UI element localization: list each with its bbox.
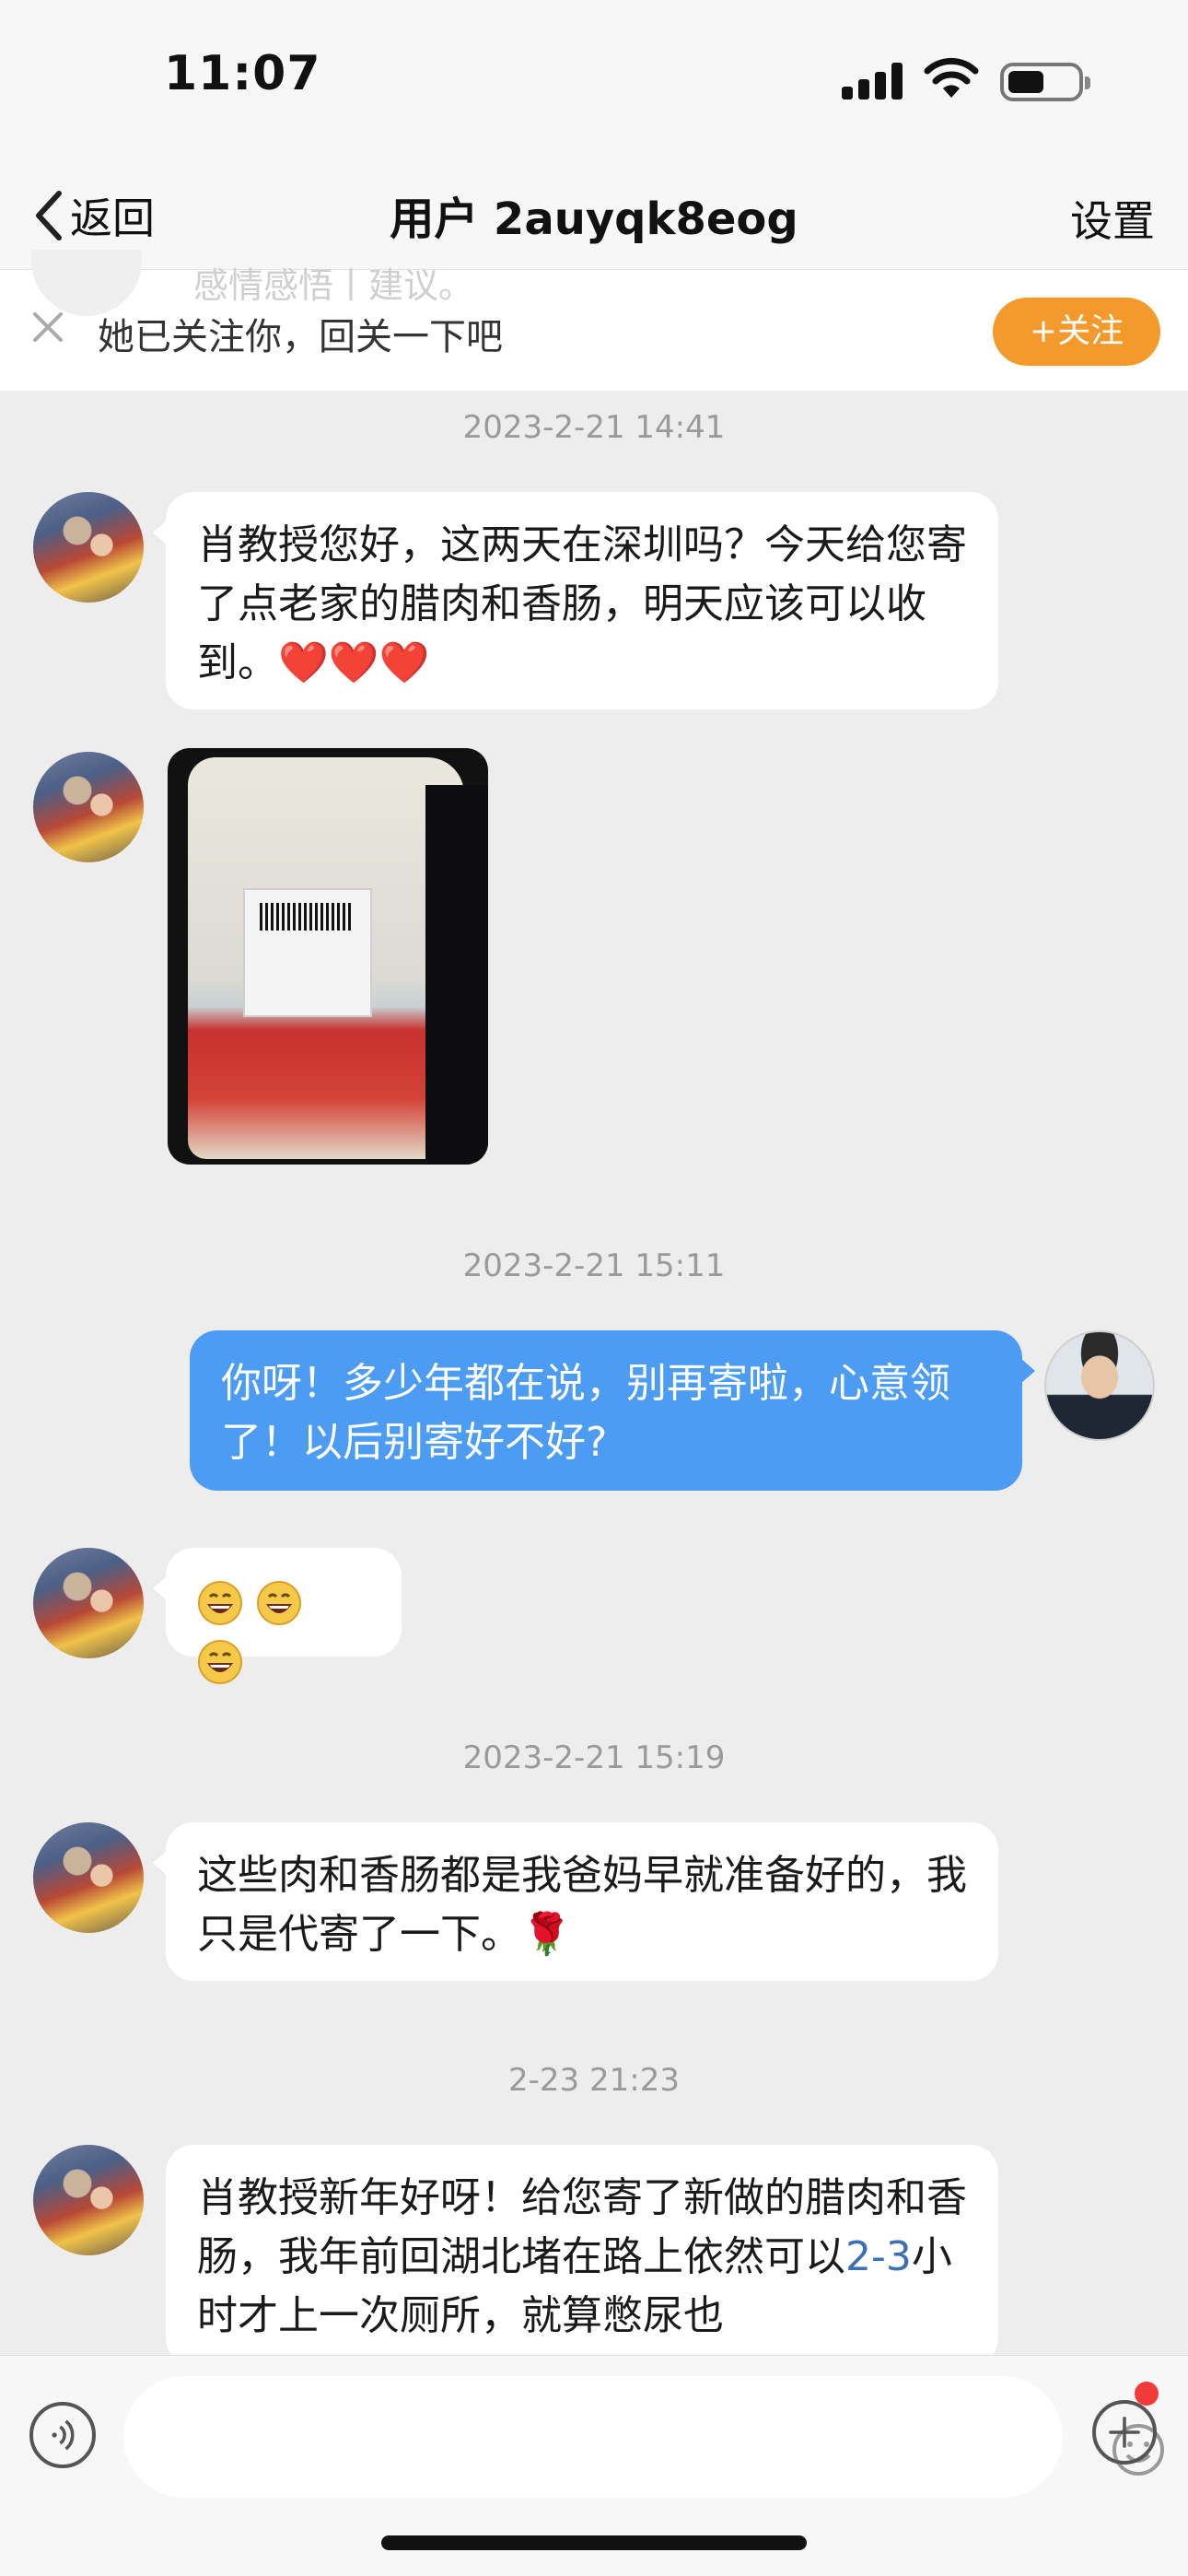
voice-icon[interactable]: [29, 2402, 96, 2468]
message-input[interactable]: [123, 2376, 1164, 2498]
message-bubble[interactable]: 肖教授您好，这两天在深圳吗？今天给您寄了点老家的腊肉和香肠，明天应该可以收到。❤…: [153, 492, 998, 709]
notification-dot: [1135, 2382, 1159, 2406]
follow-button[interactable]: +关注: [993, 298, 1160, 366]
avatar[interactable]: [33, 1822, 144, 1933]
close-icon[interactable]: [28, 307, 68, 347]
my-message-bubble[interactable]: 你呀！多少年都在说，别再寄啦，心意领了！以后别寄好不好?: [190, 1330, 1035, 1491]
avatar[interactable]: [33, 1548, 144, 1658]
add-icon[interactable]: [1092, 2400, 1157, 2465]
grinning-emoji-icon: [198, 1640, 242, 1684]
grinning-emoji-icon: [257, 1581, 301, 1625]
grinning-emoji-icon: [198, 1581, 242, 1625]
message-bubble[interactable]: 肖教授新年好呀！给您寄了新做的腊肉和香肠，我年前回湖北堵在路上依然可以2-3小时…: [166, 2145, 998, 2366]
avatar[interactable]: [33, 2145, 144, 2255]
timestamp: 2023-2-21 14:41: [462, 409, 726, 446]
page-title: 用户 2auyqk8eog: [390, 193, 798, 245]
timestamp: 2023-2-21 15:19: [462, 1739, 726, 1776]
status-time: 11:07: [164, 46, 321, 101]
timestamp: 2023-2-21 15:11: [462, 1247, 726, 1284]
number-link[interactable]: 2-3: [845, 2233, 912, 2280]
follow-hint: 她已关注你，回关一下吧: [98, 316, 503, 358]
image-message[interactable]: [168, 748, 488, 1165]
my-avatar[interactable]: [1044, 1330, 1155, 1441]
cellular-signal-icon: [842, 63, 904, 100]
settings-button[interactable]: 设置: [1070, 188, 1155, 249]
battery-icon: [1000, 63, 1090, 101]
wifi-icon: [924, 57, 979, 98]
emoji-message-bubble[interactable]: [153, 1548, 402, 1684]
navigation-bar: 返回 用户 2auyqk8eog 设置: [0, 166, 1188, 269]
message-bubble[interactable]: 这些肉和香肠都是我爸妈早就准备好的，我只是代寄了一下。🌹: [153, 1822, 998, 1981]
ghost-text: 感情感悟丨建议。: [193, 265, 474, 306]
status-bar: 11:07: [0, 0, 1188, 166]
follow-banner: 感情感悟丨建议。 她已关注你，回关一下吧 +关注: [0, 250, 1188, 391]
avatar[interactable]: [33, 492, 144, 603]
top-area: 11:07 返回 用户 2auyqk8eog 设置: [0, 0, 1188, 269]
home-indicator: [381, 2535, 807, 2550]
avatar[interactable]: [33, 752, 144, 862]
timestamp: 2-23 21:23: [508, 2062, 680, 2099]
